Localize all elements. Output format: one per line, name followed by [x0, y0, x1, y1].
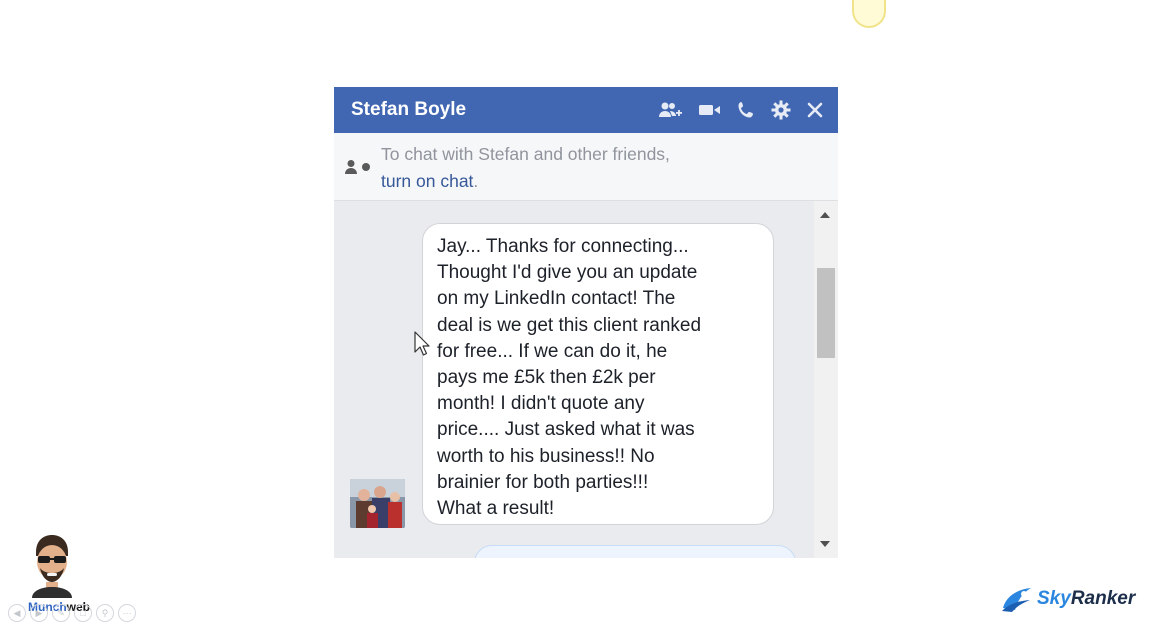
pen-icon[interactable]: ✎: [52, 604, 70, 622]
notice-text: To chat with Stefan and other friends, t…: [381, 141, 781, 195]
message-line: Jay... Thanks for connecting...: [437, 236, 689, 257]
skyranker-brand-text: SkyRanker: [1037, 588, 1135, 610]
sender-avatar[interactable]: [350, 479, 405, 528]
close-icon[interactable]: [806, 101, 824, 119]
turn-on-chat-link[interactable]: turn on chat: [381, 171, 473, 191]
header-actions: [658, 99, 838, 121]
message-line: pays me £5k then £2k per: [437, 367, 656, 389]
notice-message: To chat with Stefan and other friends,: [381, 144, 670, 164]
scroll-up-arrow-icon[interactable]: [820, 212, 830, 218]
video-call-icon[interactable]: [698, 102, 722, 118]
mouse-pointer-icon: [414, 331, 430, 362]
contact-name[interactable]: Stefan Boyle: [351, 99, 658, 121]
message-line: for free... If we can do it, he: [437, 340, 668, 362]
settings-gear-icon[interactable]: [770, 99, 792, 121]
message-thread[interactable]: Jay... Thanks for connecting... Thought …: [334, 201, 814, 558]
notice-suffix: .: [473, 171, 479, 191]
skyranker-brand-part1: Sky: [1037, 588, 1071, 609]
zoom-icon[interactable]: ⚲: [96, 604, 114, 622]
next-message-bubble: [474, 545, 796, 558]
message-line: month! I didn't quote any: [437, 393, 645, 415]
people-online-icon: [343, 159, 373, 180]
message-line: brainier for both parties!!!: [437, 471, 649, 493]
skyranker-brand-part2: Ranker: [1070, 588, 1136, 609]
chat-off-notice: To chat with Stefan and other friends, t…: [334, 133, 838, 201]
message-scrollbar[interactable]: [814, 201, 838, 558]
play-icon[interactable]: ▶: [30, 604, 48, 622]
skyranker-swoosh-icon: [1002, 588, 1031, 612]
message-bubble: Jay... Thanks for connecting... Thought …: [422, 223, 774, 525]
scrollbar-thumb[interactable]: [817, 268, 835, 358]
more-icon[interactable]: ⋯: [118, 604, 136, 622]
message-line: price.... Just asked what it was: [437, 419, 695, 441]
message-line: on my LinkedIn contact! The: [437, 288, 676, 310]
previous-icon[interactable]: ◀: [8, 604, 26, 622]
pages-icon[interactable]: □: [74, 604, 92, 622]
sun-decoration: [852, 0, 886, 28]
message-line: deal is we get this client ranked: [437, 314, 702, 336]
munchweb-mascot-icon: [32, 535, 72, 598]
munchweb-logo: Munchweb: [22, 532, 112, 614]
video-player-controls: ◀ ▶ ✎ □ ⚲ ⋯: [8, 604, 136, 622]
skyranker-logo: SkyRanker: [1000, 586, 1135, 612]
chat-window: Stefan Boyle To chat with Stefan and oth: [334, 87, 838, 558]
message-line: What a result!: [437, 498, 555, 520]
message-line: worth to his business!! No: [437, 445, 655, 467]
voice-call-icon[interactable]: [736, 100, 756, 120]
scroll-down-arrow-icon[interactable]: [820, 541, 830, 547]
chat-header[interactable]: Stefan Boyle: [334, 87, 838, 133]
add-friend-icon[interactable]: [658, 101, 684, 119]
message-line: Thought I'd give you an update: [437, 262, 698, 284]
